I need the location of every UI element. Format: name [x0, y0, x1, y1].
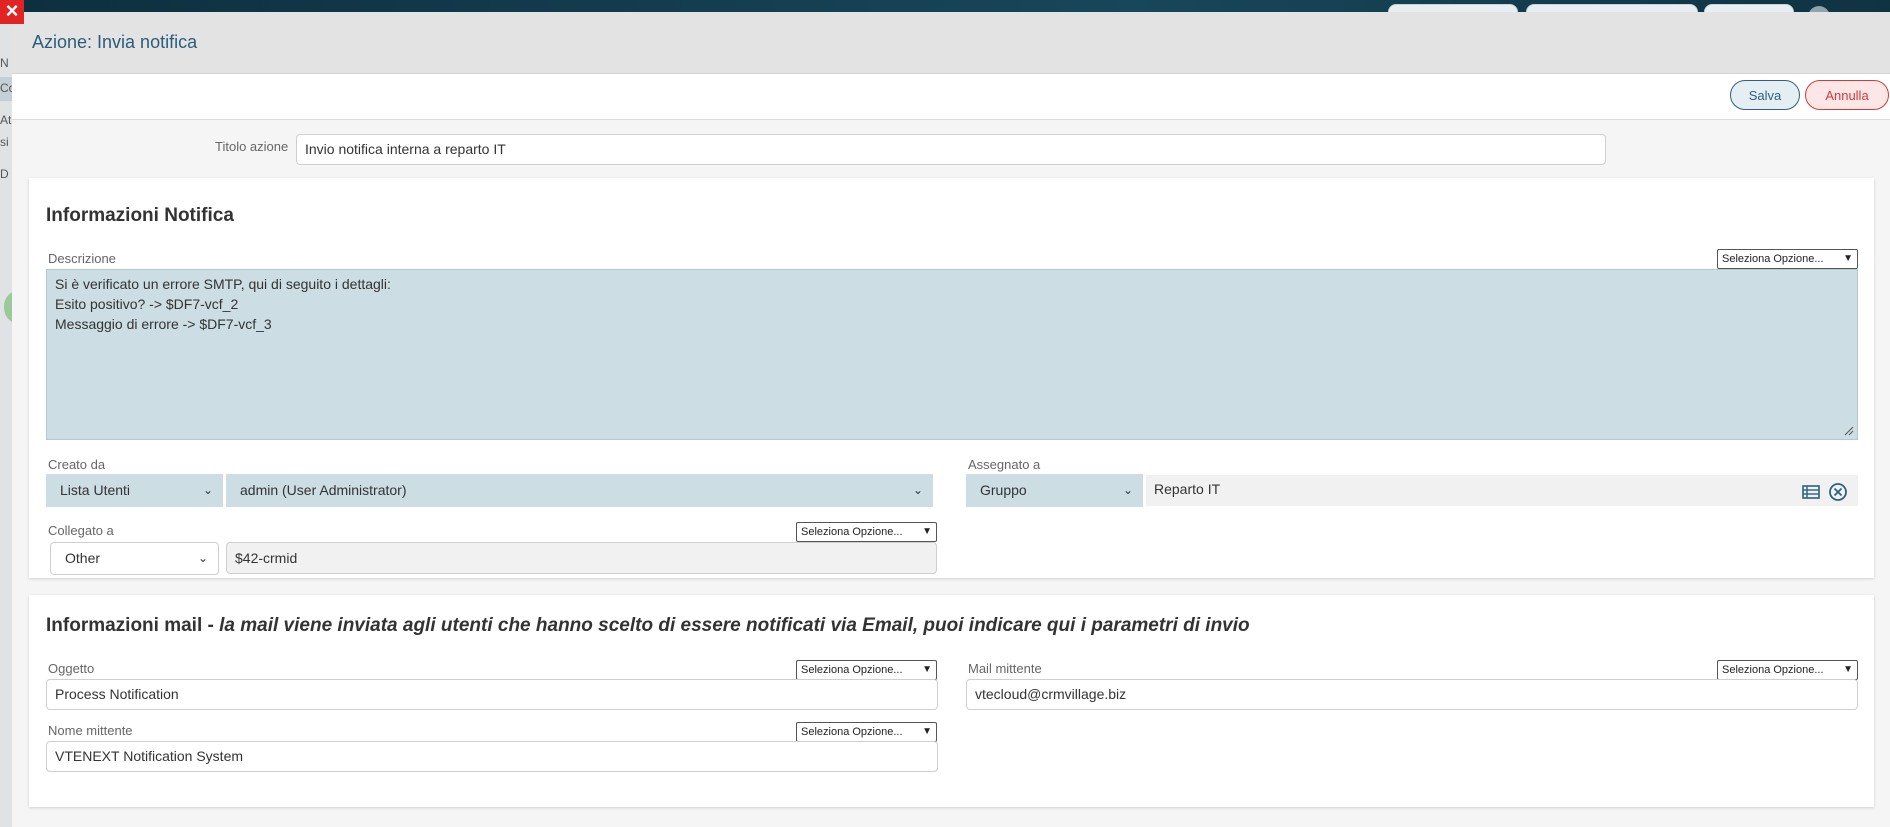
sender-mail-label: Mail mittente: [968, 661, 1042, 676]
assigned-to-type-value: Gruppo: [980, 482, 1027, 498]
subject-option-select[interactable]: Seleziona Opzione... ▼: [796, 660, 937, 680]
background-label: Co: [0, 81, 12, 95]
option-select-label: Seleziona Opzione...: [1722, 664, 1824, 676]
clear-icon[interactable]: [1828, 482, 1848, 502]
chevron-down-icon: ▼: [922, 526, 932, 537]
chevron-down-icon: ⌄: [912, 483, 923, 497]
description-textarea[interactable]: Si è verificato un errore SMTP, qui di s…: [46, 269, 1858, 440]
action-title-input[interactable]: Invio notifica interna a reparto IT: [296, 134, 1606, 165]
chevron-down-icon: ⌄: [1122, 483, 1133, 497]
created-by-user-select[interactable]: admin (User Administrator) ⌄: [226, 474, 933, 507]
description-line: Messaggio di errore -> $DF7-vcf_3: [55, 316, 272, 332]
background-label: N: [0, 56, 9, 70]
option-select-label: Seleziona Opzione...: [801, 726, 903, 738]
chevron-down-icon: ▼: [922, 726, 932, 737]
modal-header: Azione: Invia notifica: [12, 12, 1890, 74]
option-select-label: Seleziona Opzione...: [1722, 253, 1824, 265]
list-icon[interactable]: [1801, 482, 1821, 502]
description-label: Descrizione: [48, 251, 116, 266]
mail-title: Informazioni mail -: [46, 615, 220, 636]
assigned-to-label: Assegnato a: [968, 457, 1041, 472]
sender-name-label: Nome mittente: [48, 723, 133, 738]
assigned-to-value: Reparto IT: [1154, 481, 1221, 497]
mail-section-title: Informazioni mail - la mail viene inviat…: [46, 615, 1250, 637]
linked-to-type-select[interactable]: Other ⌄: [50, 542, 219, 575]
cancel-button[interactable]: Annulla: [1805, 80, 1889, 110]
mail-card: Informazioni mail - la mail viene inviat…: [29, 595, 1874, 807]
subject-label: Oggetto: [48, 661, 95, 676]
created-by-type-value: Lista Utenti: [60, 482, 131, 498]
chevron-down-icon: ▼: [1843, 664, 1853, 675]
sender-name-option-select[interactable]: Seleziona Opzione... ▼: [796, 722, 937, 742]
action-title-label: Titolo azione: [215, 139, 289, 154]
chevron-down-icon: ⌄: [202, 483, 213, 497]
chevron-down-icon: ⌄: [197, 551, 208, 565]
modal-content: Titolo azione Invio notifica interna a r…: [12, 120, 1890, 827]
created-by-label: Creato da: [48, 457, 106, 472]
description-line: Si è verificato un errore SMTP, qui di s…: [55, 276, 391, 292]
notification-card: Informazioni Notifica Descrizione Selezi…: [29, 178, 1874, 578]
sender-mail-input[interactable]: vtecloud@crmvillage.biz: [966, 679, 1858, 710]
linked-to-label: Collegato a: [48, 523, 114, 538]
notification-section-title: Informazioni Notifica: [46, 205, 234, 226]
mail-title-note: la mail viene inviata agli utenti che ha…: [219, 615, 1250, 636]
sender-name-input[interactable]: VTENEXT Notification System: [46, 741, 938, 772]
created-by-user-value: admin (User Administrator): [240, 482, 407, 498]
assigned-to-type-select[interactable]: Gruppo ⌄: [966, 474, 1143, 507]
modal-title: Azione: Invia notifica: [32, 32, 198, 52]
background-label: D: [0, 167, 9, 181]
action-modal: Azione: Invia notifica Salva Annulla Tit…: [12, 12, 1890, 827]
linked-to-type-value: Other: [65, 550, 101, 566]
description-line: Esito positivo? -> $DF7-vcf_2: [55, 296, 239, 312]
option-select-label: Seleziona Opzione...: [801, 664, 903, 676]
toolbar: Salva Annulla: [12, 74, 1890, 120]
subject-input[interactable]: Process Notification: [46, 679, 938, 710]
chevron-down-icon: ▼: [1843, 253, 1853, 264]
option-select-label: Seleziona Opzione...: [801, 526, 903, 538]
resize-handle-icon[interactable]: [1844, 426, 1854, 436]
chevron-down-icon: ▼: [922, 664, 932, 675]
background-label: si: [0, 135, 9, 149]
background-label: At: [0, 113, 12, 127]
sender-mail-option-select[interactable]: Seleziona Opzione... ▼: [1717, 660, 1858, 680]
created-by-type-select[interactable]: Lista Utenti ⌄: [46, 474, 223, 507]
close-icon[interactable]: ×: [0, 0, 24, 24]
description-option-select[interactable]: Seleziona Opzione... ▼: [1717, 249, 1858, 269]
assigned-to-input[interactable]: Reparto IT: [1146, 475, 1858, 506]
linked-to-option-select[interactable]: Seleziona Opzione... ▼: [796, 522, 937, 542]
save-button[interactable]: Salva: [1730, 80, 1800, 110]
linked-to-input[interactable]: $42-crmid: [226, 542, 937, 574]
